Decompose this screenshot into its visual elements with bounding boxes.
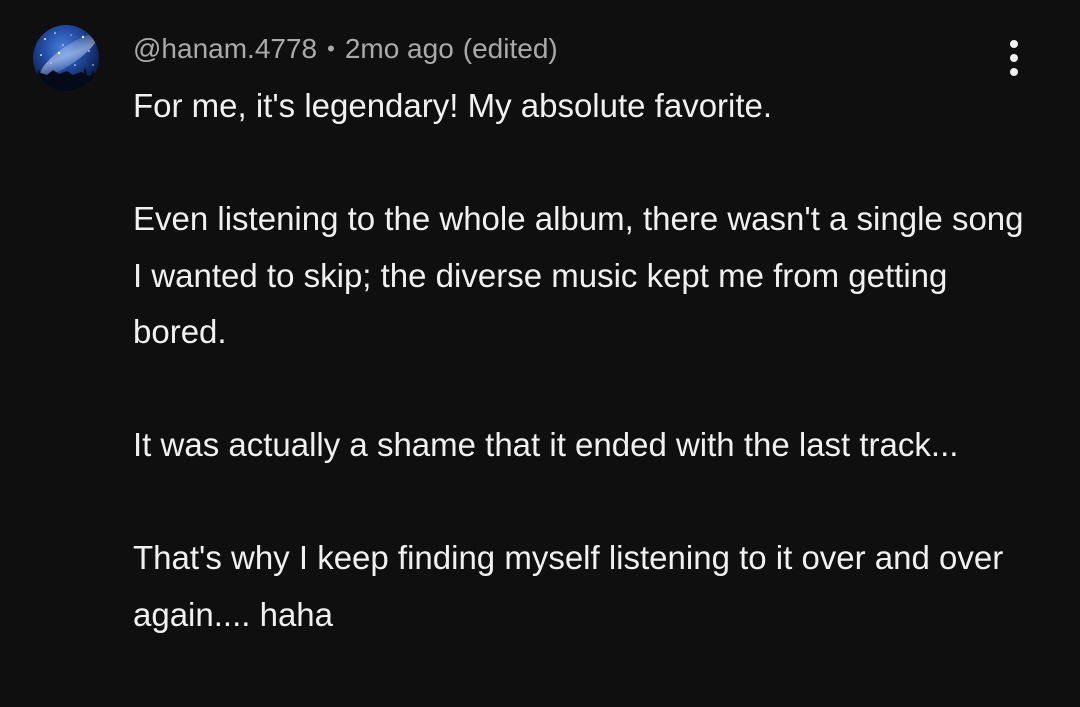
comment-paragraph: Even listening to the whole album, there… xyxy=(133,200,1024,350)
more-vertical-icon xyxy=(1010,68,1018,76)
more-options-button[interactable] xyxy=(994,36,1034,80)
starry-night-avatar-icon xyxy=(33,25,99,91)
avatar[interactable] xyxy=(33,25,99,91)
author-handle-link[interactable]: @hanam.4778 xyxy=(133,33,317,65)
comment-body: For me, it's legendary! My absolute favo… xyxy=(133,78,1033,643)
comment-thread-item: @hanam.4778 • 2mo ago (edited) For me, i… xyxy=(0,0,1080,707)
timestamp-link[interactable]: 2mo ago xyxy=(345,33,454,65)
comment-paragraph: For me, it's legendary! My absolute favo… xyxy=(133,87,773,124)
edited-label: (edited) xyxy=(462,33,558,64)
comment-header: @hanam.4778 • 2mo ago (edited) xyxy=(133,29,558,69)
comment-paragraph: It was actually a shame that it ended wi… xyxy=(133,426,959,463)
more-vertical-icon xyxy=(1010,40,1018,48)
separator-dot: • xyxy=(327,36,335,61)
comment-paragraph: That's why I keep finding myself listeni… xyxy=(133,539,1004,633)
more-vertical-icon xyxy=(1010,54,1018,62)
